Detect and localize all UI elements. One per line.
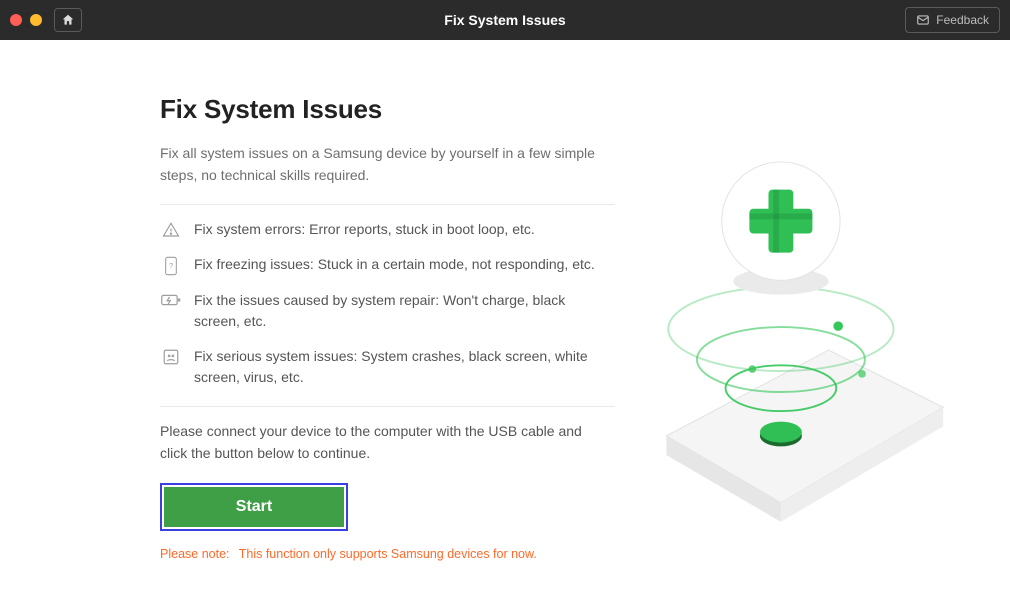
feedback-label: Feedback — [936, 13, 989, 27]
titlebar: Fix System Issues Feedback — [0, 0, 1010, 40]
feature-item: Fix system errors: Error reports, stuck … — [160, 219, 615, 240]
page-subtitle: Fix all system issues on a Samsung devic… — [160, 143, 600, 186]
feature-text: Fix the issues caused by system repair: … — [194, 290, 615, 332]
freeze-icon: ? — [160, 254, 182, 276]
home-icon — [61, 13, 75, 27]
start-button[interactable]: Start — [164, 487, 344, 527]
right-column — [620, 40, 1010, 593]
divider — [160, 406, 615, 407]
feedback-button[interactable]: Feedback — [905, 7, 1000, 33]
window-controls — [10, 14, 42, 26]
window-title: Fix System Issues — [0, 12, 1010, 28]
note-row: Please note: This function only supports… — [160, 547, 620, 561]
svg-text:?: ? — [169, 261, 173, 270]
warning-triangle-icon — [160, 219, 182, 239]
minimize-window-dot[interactable] — [30, 14, 42, 26]
feature-list: Fix system errors: Error reports, stuck … — [160, 219, 615, 388]
note-prefix: Please note: — [160, 547, 230, 561]
left-column: Fix System Issues Fix all system issues … — [0, 40, 620, 593]
feature-item: Fix the issues caused by system repair: … — [160, 290, 615, 332]
feature-text: Fix serious system issues: System crashe… — [194, 346, 615, 388]
crash-icon — [160, 346, 182, 366]
connect-instructions: Please connect your device to the comput… — [160, 421, 600, 464]
note-text: This function only supports Samsung devi… — [239, 547, 537, 561]
divider — [160, 204, 615, 205]
device-repair-illustration — [630, 140, 970, 560]
feature-text: Fix system errors: Error reports, stuck … — [194, 219, 535, 240]
home-button[interactable] — [54, 8, 82, 32]
feature-item: Fix serious system issues: System crashe… — [160, 346, 615, 388]
feature-text: Fix freezing issues: Stuck in a certain … — [194, 254, 595, 275]
feature-item: ? Fix freezing issues: Stuck in a certai… — [160, 254, 615, 276]
page-heading: Fix System Issues — [160, 94, 620, 125]
start-button-highlight: Start — [160, 483, 348, 531]
charge-icon — [160, 290, 182, 308]
mail-icon — [916, 13, 930, 27]
content-area: Fix System Issues Fix all system issues … — [0, 40, 1010, 593]
close-window-dot[interactable] — [10, 14, 22, 26]
